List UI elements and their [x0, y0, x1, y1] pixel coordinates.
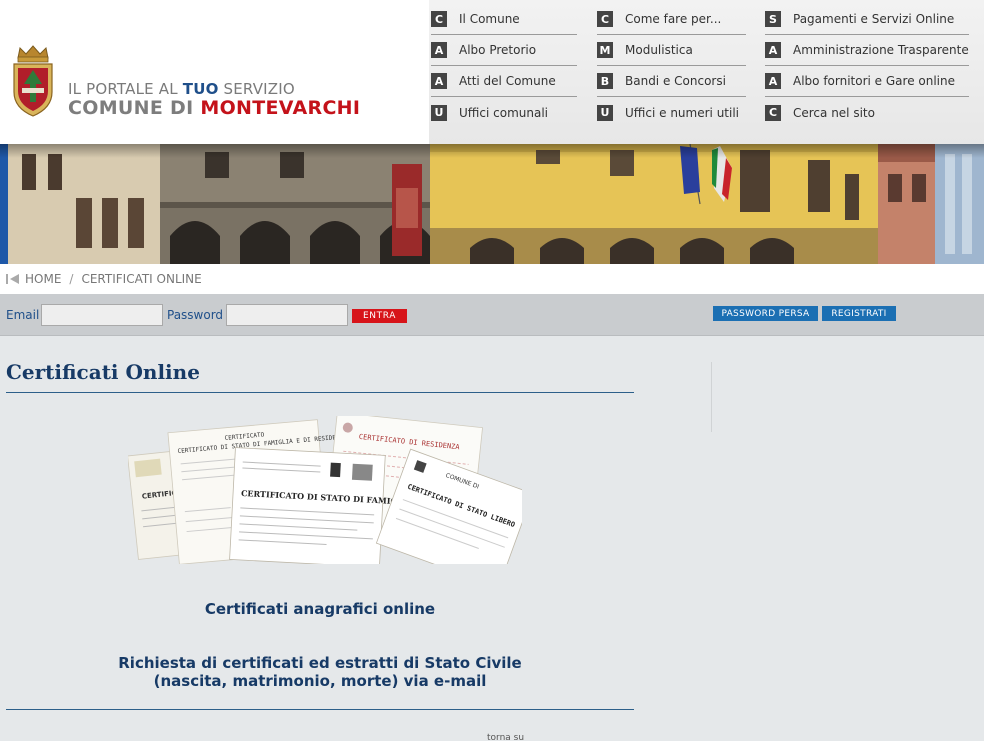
email-label: Email [6, 308, 40, 322]
civil-status-request-link[interactable]: Richiesta di certificati ed estratti di … [6, 654, 634, 690]
breadcrumb-separator: / [69, 272, 74, 286]
title-divider [6, 392, 634, 393]
nav-item-amministrazione-trasparente[interactable]: A Amministrazione Trasparente [765, 35, 969, 66]
nav-item-atti-del-comune[interactable]: A Atti del Comune [431, 66, 577, 97]
nav-letter-badge: A [431, 42, 447, 58]
logo-area[interactable]: IL PORTALE AL TUO SERVIZIO COMUNE DI MON… [0, 0, 429, 144]
lost-password-button[interactable]: PASSWORD PERSA [713, 306, 818, 321]
bottom-divider [6, 709, 634, 710]
nav-item-come-fare-per[interactable]: C Come fare per... [597, 4, 746, 35]
sidebar-divider [711, 362, 712, 432]
nav-letter-badge: C [431, 11, 447, 27]
register-button[interactable]: REGISTRATI [822, 306, 896, 321]
nav-item-cerca-nel-sito[interactable]: C Cerca nel sito [765, 97, 969, 128]
nav-item-albo-pretorio[interactable]: A Albo Pretorio [431, 35, 577, 66]
login-bar: Email Password ENTRA PASSWORD PERSA REGI… [0, 294, 984, 336]
nav-column-3: S Pagamenti e Servizi Online A Amministraz… [765, 4, 969, 128]
nav-item-albo-fornitori-gare[interactable]: A Albo fornitori e Gare online [765, 66, 969, 97]
back-to-top-link[interactable]: torna su [487, 733, 524, 741]
nav-item-il-comune[interactable]: C Il Comune [431, 4, 577, 35]
home-icon[interactable] [6, 273, 20, 285]
breadcrumb: HOME / CERTIFICATI ONLINE [0, 264, 984, 294]
password-input[interactable] [226, 304, 348, 326]
civil-status-line-1: Richiesta di certificati ed estratti di … [118, 654, 522, 672]
city-crest-icon[interactable] [10, 44, 56, 118]
civil-status-line-2: (nascita, matrimonio, morte) via e-mail [153, 672, 487, 690]
town-hall-photo [0, 144, 984, 264]
city-name: COMUNE DI MONTEVARCHI [68, 97, 361, 119]
nav-item-uffici-comunali[interactable]: U Uffici comunali [431, 97, 577, 128]
nav-item-modulistica[interactable]: M Modulistica [597, 35, 746, 66]
main-navigation: C Il Comune A Albo Pretorio A Atti del Comu… [429, 0, 984, 144]
registry-certificates-link[interactable]: Certificati anagrafici online [6, 600, 634, 618]
nav-item-pagamenti-servizi-online[interactable]: S Pagamenti e Servizi Online [765, 4, 969, 35]
password-label: Password [167, 308, 224, 322]
nav-item-bandi-e-concorsi[interactable]: B Bandi e Concorsi [597, 66, 746, 97]
nav-letter-badge: U [431, 104, 447, 121]
nav-column-1: C Il Comune A Albo Pretorio A Atti del Comu… [431, 4, 577, 128]
nav-letter-badge: A [765, 42, 781, 58]
nav-letter-badge: C [597, 11, 613, 27]
town-hall-banner [0, 144, 984, 264]
nav-letter-badge: M [597, 42, 613, 58]
nav-item-uffici-e-numeri-utili[interactable]: U Uffici e numeri utili [597, 97, 746, 128]
email-input[interactable] [41, 304, 163, 326]
nav-letter-badge: S [765, 11, 781, 27]
certificates-illustration[interactable]: CERTIFICA CERTIFICATO CERTIFICATO DI STA… [128, 416, 522, 564]
login-enter-button[interactable]: ENTRA [352, 309, 407, 323]
nav-letter-badge: U [597, 104, 613, 121]
nav-letter-badge: B [597, 73, 613, 89]
nav-letter-badge: A [431, 73, 447, 89]
portal-tagline: IL PORTALE AL TUO SERVIZIO [68, 80, 295, 98]
nav-letter-badge: C [765, 104, 781, 121]
site-header: IL PORTALE AL TUO SERVIZIO COMUNE DI MON… [0, 0, 984, 144]
breadcrumb-current: CERTIFICATI ONLINE [81, 272, 202, 286]
nav-column-2: C Come fare per... M Modulistica B Bandi e … [597, 4, 746, 128]
main-content: Certificati Online CERTIFICA CERTIFICATO… [0, 336, 984, 741]
page-title: Certificati Online [6, 360, 200, 384]
nav-letter-badge: A [765, 73, 781, 89]
breadcrumb-home[interactable]: HOME [25, 272, 61, 286]
